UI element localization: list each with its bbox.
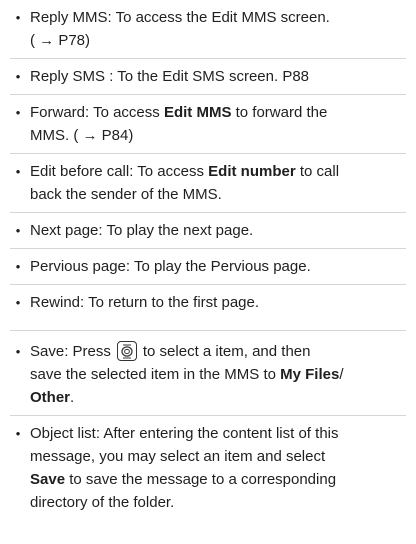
item-text: Save: Press bbox=[30, 343, 111, 360]
list-item-next-page: • Next page: To play the next page. bbox=[10, 219, 406, 242]
list-item-rewind: • Rewind: To return to the first page. bbox=[10, 291, 406, 314]
bullet: • bbox=[15, 295, 21, 310]
bullet: • bbox=[15, 105, 21, 120]
divider bbox=[10, 58, 406, 59]
divider bbox=[10, 94, 406, 95]
divider bbox=[10, 248, 406, 249]
item-text: Object list: After entering the content … bbox=[30, 425, 339, 442]
divider bbox=[10, 330, 406, 331]
list-item-object-list: • Object list: After entering the conten… bbox=[10, 422, 406, 514]
item-text-slash: / bbox=[339, 366, 344, 383]
item-text: Forward: To access bbox=[30, 104, 164, 121]
item-bold-term: My Files bbox=[280, 366, 340, 383]
item-text-cont: ( → P78) bbox=[30, 32, 91, 49]
divider bbox=[10, 284, 406, 285]
item-text-cont: back the sender of the MMS. bbox=[30, 186, 222, 203]
divider bbox=[10, 415, 406, 416]
item-text-cont: directory of the folder. bbox=[30, 494, 175, 511]
bullet: • bbox=[15, 10, 21, 25]
item-text-post: to forward the bbox=[231, 104, 328, 121]
item-text: Reply SMS : To the Edit SMS screen. P88 bbox=[30, 68, 310, 85]
list-item-save: • Save: Press to select a item, and then … bbox=[10, 340, 406, 409]
item-text-post: to call bbox=[295, 163, 340, 180]
item-bold-term: Save bbox=[30, 471, 66, 488]
document-page: • Reply MMS: To access the Edit MMS scre… bbox=[0, 0, 416, 544]
item-text: Rewind: To return to the first page. bbox=[30, 294, 260, 311]
list-item-previous-page: • Pervious page: To play the Pervious pa… bbox=[10, 255, 406, 278]
item-bold-term: Edit MMS bbox=[163, 104, 232, 121]
bullet: • bbox=[15, 164, 21, 179]
list-item-edit-before-call: • Edit before call: To access Edit numbe… bbox=[10, 160, 406, 206]
divider bbox=[10, 212, 406, 213]
bullet: • bbox=[15, 69, 21, 84]
list-item-reply-mms: • Reply MMS: To access the Edit MMS scre… bbox=[10, 6, 406, 52]
bullet: • bbox=[15, 259, 21, 274]
item-bold-term: Edit number bbox=[208, 163, 296, 180]
list-item-reply-sms: • Reply SMS : To the Edit SMS screen. P8… bbox=[10, 65, 406, 88]
bullet: • bbox=[15, 223, 21, 238]
item-text: Next page: To play the next page. bbox=[30, 222, 254, 239]
bullet: • bbox=[15, 426, 21, 441]
item-text: Edit before call: To access bbox=[30, 163, 209, 180]
item-text-cont: MMS. ( → P84) bbox=[30, 127, 134, 144]
item-text-cont: save the selected item in the MMS to bbox=[30, 366, 281, 383]
item-text-period: . bbox=[70, 389, 75, 406]
item-text-cont: message, you may select an item and sele… bbox=[30, 448, 326, 465]
list-item-forward: • Forward: To access Edit MMS to forward… bbox=[10, 101, 406, 147]
item-bold-term: Other bbox=[30, 389, 71, 406]
item-text: Pervious page: To play the Pervious page… bbox=[30, 258, 311, 275]
bullet: • bbox=[15, 344, 21, 359]
divider bbox=[10, 153, 406, 154]
item-text: Reply MMS: To access the Edit MMS screen… bbox=[30, 9, 330, 26]
item-text-post: to select a item, and then bbox=[142, 343, 311, 360]
center-select-key-icon bbox=[116, 340, 137, 361]
item-text-cont: to save the message to a corresponding bbox=[65, 471, 337, 488]
